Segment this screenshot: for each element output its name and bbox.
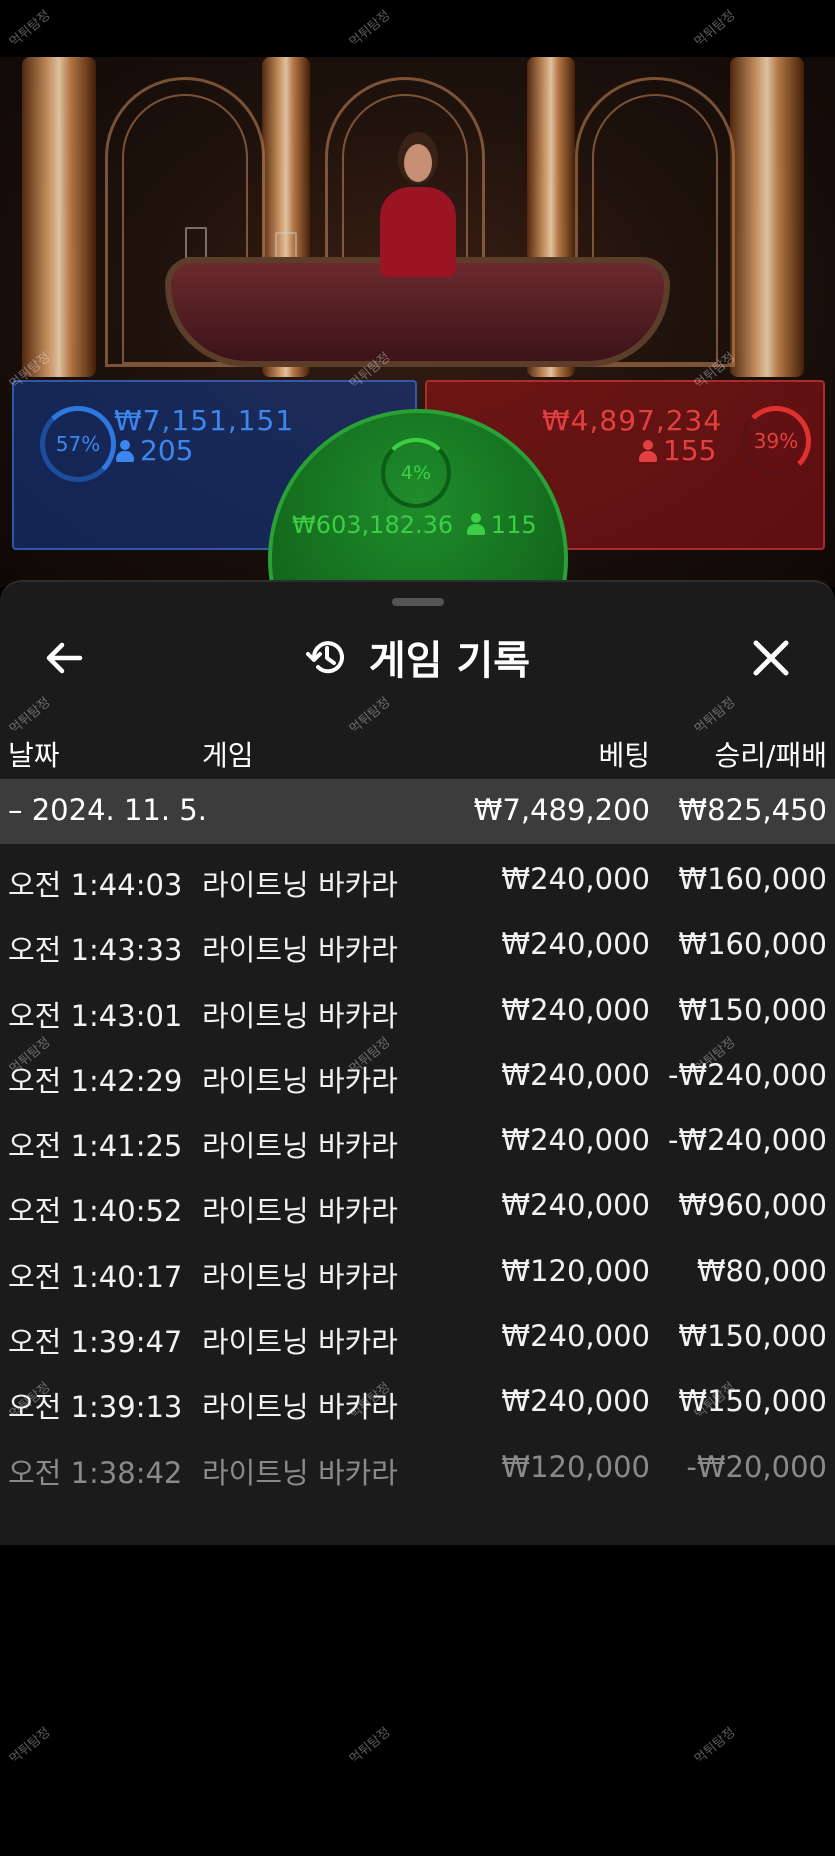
banker-count: 155 bbox=[639, 434, 716, 467]
watermark: 먹튀탐정 bbox=[347, 1724, 394, 1768]
row-game: 라이트닝 바카라 bbox=[202, 1325, 398, 1360]
date-group-row[interactable]: – 2024. 11. 5. ₩7,489,200 ₩825,450 bbox=[0, 779, 835, 844]
player-percent: 57% bbox=[55, 432, 101, 456]
player-count: 205 bbox=[116, 434, 193, 467]
column-header-result[interactable]: 승리/패배 bbox=[715, 734, 827, 774]
tie-percent-ring: 4% bbox=[381, 438, 451, 508]
table-glass bbox=[185, 227, 207, 259]
close-icon bbox=[753, 640, 789, 676]
tie-percent: 4% bbox=[400, 462, 432, 484]
table-row[interactable]: 오전 1:44:03 라이트닝 바카라 ₩240,000 ₩160,000 bbox=[0, 846, 835, 911]
row-bet: ₩240,000 bbox=[501, 1057, 650, 1092]
person-icon bbox=[116, 440, 134, 462]
row-time: 오전 1:44:03 bbox=[8, 868, 183, 902]
sheet-header: 게임 기록 bbox=[0, 612, 835, 702]
table-row[interactable]: 오전 1:40:52 라이트닝 바카라 ₩240,000 ₩960,000 bbox=[0, 1172, 835, 1237]
row-result: ₩150,000 bbox=[678, 1384, 827, 1419]
row-time: 오전 1:39:13 bbox=[8, 1390, 183, 1425]
row-game: 라이트닝 바카라 bbox=[202, 1194, 398, 1229]
row-time: 오전 1:43:33 bbox=[8, 933, 183, 968]
row-bet: ₩240,000 bbox=[501, 992, 650, 1027]
row-time: 오전 1:39:47 bbox=[8, 1325, 183, 1360]
row-game: 라이트닝 바카라 bbox=[202, 868, 398, 902]
row-result: ₩960,000 bbox=[678, 1188, 827, 1223]
player-percent-ring: 57% bbox=[40, 406, 116, 482]
row-result: ₩80,000 bbox=[696, 1253, 827, 1288]
table-row[interactable]: 오전 1:42:29 라이트닝 바카라 ₩240,000 -₩240,000 bbox=[0, 1042, 835, 1107]
dealer bbox=[368, 132, 468, 282]
row-result: ₩150,000 bbox=[678, 1319, 827, 1354]
page-title: 게임 기록 bbox=[0, 630, 835, 684]
table-row[interactable]: 오전 1:41:25 라이트닝 바카라 ₩240,000 -₩240,000 bbox=[0, 1107, 835, 1172]
banker-bet-amount: ₩4,897,234 bbox=[542, 404, 723, 437]
banker-percent-ring: 39% bbox=[741, 406, 811, 476]
row-time: 오전 1:38:42 bbox=[8, 1455, 183, 1490]
row-bet: ₩240,000 bbox=[501, 1188, 650, 1223]
row-bet: ₩240,000 bbox=[501, 1384, 650, 1419]
date-group-label: – 2024. 11. 5. bbox=[8, 793, 207, 827]
player-bet-amount: ₩7,151,151 bbox=[114, 404, 295, 437]
row-bet: ₩120,000 bbox=[501, 1253, 650, 1288]
row-bet: ₩240,000 bbox=[501, 927, 650, 962]
table-header: 날짜 게임 베팅 승리/패배 bbox=[0, 722, 835, 778]
row-game: 라이트닝 바카라 bbox=[202, 998, 398, 1033]
row-result: -₩240,000 bbox=[667, 1123, 827, 1158]
watermark: 먹튀탐정 bbox=[7, 7, 54, 51]
row-time: 오전 1:42:29 bbox=[8, 1063, 183, 1098]
table-row[interactable]: 오전 1:43:01 라이트닝 바카라 ₩240,000 ₩150,000 bbox=[0, 977, 835, 1042]
table-row[interactable]: 오전 1:40:17 라이트닝 바카라 ₩120,000 ₩80,000 bbox=[0, 1238, 835, 1303]
row-time: 오전 1:40:52 bbox=[8, 1194, 183, 1229]
history-list: 오전 1:44:03 라이트닝 바카라 ₩240,000 ₩160,000 오전 1:4… bbox=[0, 846, 835, 1499]
watermark: 먹튀탐정 bbox=[692, 7, 739, 51]
table-row[interactable]: 오전 1:39:13 라이트닝 바카라 ₩240,000 ₩150,000 bbox=[0, 1368, 835, 1433]
row-result: ₩160,000 bbox=[678, 862, 827, 896]
row-time: 오전 1:40:17 bbox=[8, 1259, 183, 1294]
watermark: 먹튀탐정 bbox=[7, 1724, 54, 1768]
row-bet: ₩240,000 bbox=[501, 1319, 650, 1354]
column-header-bet[interactable]: 베팅 bbox=[598, 734, 650, 774]
row-bet: ₩240,000 bbox=[501, 1123, 650, 1158]
row-time: 오전 1:43:01 bbox=[8, 998, 183, 1033]
row-bet: ₩120,000 bbox=[501, 1449, 650, 1484]
row-game: 라이트닝 바카라 bbox=[202, 1259, 398, 1294]
watermark: 먹튀탐정 bbox=[692, 1724, 739, 1768]
row-result: ₩160,000 bbox=[678, 927, 827, 962]
column-header-game[interactable]: 게임 bbox=[202, 734, 254, 774]
person-icon bbox=[466, 513, 485, 535]
tie-bet-amount: ₩603,182.36 115 bbox=[292, 511, 537, 539]
column-header-date[interactable]: 날짜 bbox=[8, 734, 60, 774]
date-group-result-total: ₩825,450 bbox=[678, 793, 827, 827]
decor-pillar bbox=[730, 57, 804, 377]
date-group-bet-total: ₩7,489,200 bbox=[473, 793, 650, 827]
row-bet: ₩240,000 bbox=[501, 862, 650, 896]
live-video-stream: 57% ₩7,151,151 205 ₩4,897,234 155 39% 4%… bbox=[0, 57, 835, 587]
row-game: 라이트닝 바카라 bbox=[202, 1455, 398, 1490]
row-result: -₩20,000 bbox=[686, 1449, 827, 1484]
close-button[interactable] bbox=[747, 634, 795, 682]
history-clock-icon bbox=[305, 641, 344, 674]
table-row[interactable]: 오전 1:39:47 라이트닝 바카라 ₩240,000 ₩150,000 bbox=[0, 1303, 835, 1368]
table-row[interactable]: 오전 1:38:42 라이트닝 바카라 ₩120,000 -₩20,000 bbox=[0, 1434, 835, 1499]
row-game: 라이트닝 바카라 bbox=[202, 933, 398, 968]
table-row[interactable]: 오전 1:43:33 라이트닝 바카라 ₩240,000 ₩160,000 bbox=[0, 911, 835, 976]
banker-percent: 39% bbox=[753, 429, 799, 453]
row-game: 라이트닝 바카라 bbox=[202, 1129, 398, 1164]
person-icon bbox=[639, 440, 657, 462]
row-result: -₩240,000 bbox=[667, 1057, 827, 1092]
watermark: 먹튀탐정 bbox=[347, 7, 394, 51]
game-history-sheet: 게임 기록 날짜 게임 베팅 승리/패배 – 2024. 11. 5. ₩7,4… bbox=[0, 580, 835, 1545]
drag-handle[interactable] bbox=[392, 598, 444, 606]
row-game: 라이트닝 바카라 bbox=[202, 1390, 398, 1425]
sheet-title-text: 게임 기록 bbox=[368, 638, 531, 684]
row-game: 라이트닝 바카라 bbox=[202, 1063, 398, 1098]
row-time: 오전 1:41:25 bbox=[8, 1129, 183, 1164]
decor-pillar bbox=[22, 57, 96, 377]
row-result: ₩150,000 bbox=[678, 992, 827, 1027]
